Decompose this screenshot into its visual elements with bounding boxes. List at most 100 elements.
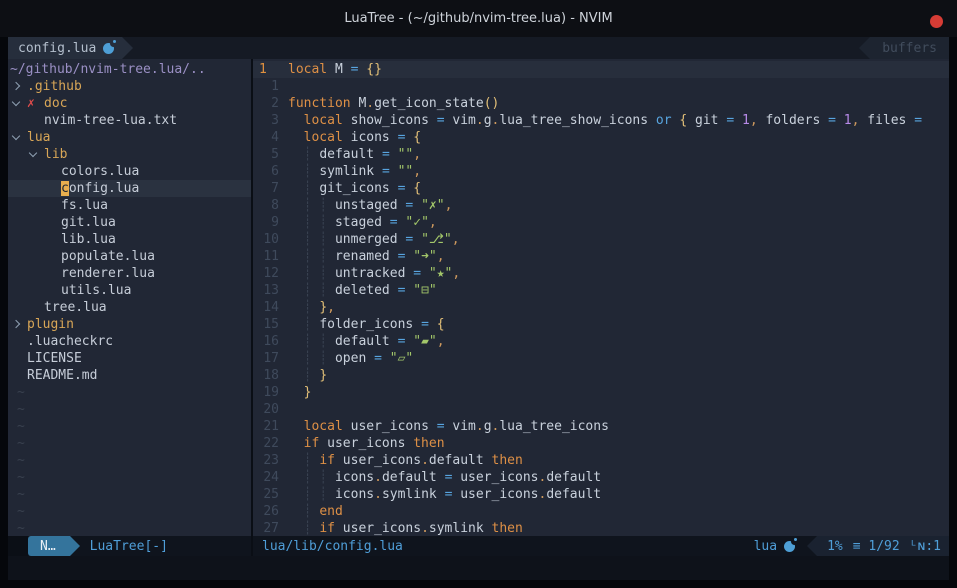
command-line[interactable]	[8, 556, 949, 580]
tree-item[interactable]: tree.lua	[8, 299, 251, 316]
tree-item[interactable]: utils.lua	[8, 282, 251, 299]
code-line[interactable]: 2function M.get_icon_state()	[253, 95, 949, 112]
line-number: 26	[253, 503, 279, 520]
tree-item[interactable]: fs.lua	[8, 197, 251, 214]
code-line-text: ┊ }	[279, 367, 327, 384]
code-line[interactable]: 25 ┊ ┊ icons.symlink = user_icons.defaul…	[253, 486, 949, 503]
code-line-text: ┊ ┊ icons.default = user_icons.default	[279, 469, 601, 486]
chevron-down-icon[interactable]	[10, 95, 27, 112]
empty-line-tilde: ~	[8, 469, 251, 486]
buffers-button[interactable]: buffers	[870, 37, 949, 59]
line-number: 21	[253, 418, 279, 435]
file-tree: ~/github/nvim-tree.lua/...github✗docnvim…	[8, 59, 251, 536]
line-number: 10	[253, 231, 279, 248]
tree-item-label: ~/github/nvim-tree.lua/..	[10, 61, 206, 78]
code-line[interactable]: 23 ┊ if user_icons.default then	[253, 452, 949, 469]
tree-item-label: colors.lua	[61, 163, 139, 180]
statusline-filepath: lua/lib/config.lua	[262, 539, 403, 554]
powerline-arrow-icon	[70, 536, 80, 556]
code-line[interactable]: 20	[253, 401, 949, 418]
window-title: LuaTree - (~/github/nvim-tree.lua) - NVI…	[344, 11, 612, 26]
code-line[interactable]: 16 ┊ ┊ default = "▰",	[253, 333, 949, 350]
code-line[interactable]: 17 ┊ ┊ open = "▱"	[253, 350, 949, 367]
line-number: 25	[253, 486, 279, 503]
tree-item[interactable]: .github	[8, 78, 251, 95]
tree-item[interactable]: .luacheckrc	[8, 333, 251, 350]
line-number: 9	[253, 214, 279, 231]
code-line-text: ┊ },	[279, 299, 335, 316]
statusline-code: lua/lib/config.lua lua 1% ≡ 1/92 ᴸɴ:1	[253, 536, 949, 556]
line-number: 22	[253, 435, 279, 452]
code-line[interactable]: 9 ┊ ┊ staged = "✓",	[253, 214, 949, 231]
code-line[interactable]: 10 ┊ ┊ unmerged = "⎇",	[253, 231, 949, 248]
code-line[interactable]: 5 ┊ default = "",	[253, 146, 949, 163]
code-line[interactable]: 4 local icons = {	[253, 129, 949, 146]
code-line-text: local show_icons = vim.g.lua_tree_show_i…	[279, 112, 922, 129]
tree-item[interactable]: nvim-tree-lua.txt	[8, 112, 251, 129]
tab-config-lua[interactable]: config.lua	[8, 37, 122, 59]
tree-item[interactable]: git.lua	[8, 214, 251, 231]
chevron-down-icon[interactable]	[27, 146, 44, 163]
code-line[interactable]: 13 ┊ ┊ deleted = "⊟"	[253, 282, 949, 299]
code-line[interactable]: 26 ┊ end	[253, 503, 949, 520]
line-number: 1	[253, 61, 279, 78]
code-line[interactable]: 1	[253, 78, 949, 95]
code-line[interactable]: 14 ┊ },	[253, 299, 949, 316]
code-line[interactable]: 1local M = {}	[253, 61, 949, 78]
tree-item[interactable]: lib.lua	[8, 231, 251, 248]
chevron-right-icon[interactable]	[10, 78, 27, 95]
chevron-right-icon[interactable]	[10, 316, 27, 333]
tree-item-label: README.md	[27, 367, 97, 384]
code-line[interactable]: 12 ┊ ┊ untracked = "★",	[253, 265, 949, 282]
tree-item[interactable]: renderer.lua	[8, 265, 251, 282]
tree-item[interactable]: LICENSE	[8, 350, 251, 367]
line-number: 2	[253, 95, 279, 112]
code-line[interactable]: 24 ┊ ┊ icons.default = user_icons.defaul…	[253, 469, 949, 486]
code-line-text: ┊ end	[279, 503, 343, 520]
nvim-window: LuaTree - (~/github/nvim-tree.lua) - NVI…	[0, 0, 957, 588]
statusline-filetype: lua	[754, 539, 795, 554]
titlebar: LuaTree - (~/github/nvim-tree.lua) - NVI…	[0, 0, 957, 37]
code-line-text: ┊ if user_icons.symlink then	[279, 520, 523, 536]
close-button[interactable]	[930, 15, 943, 28]
empty-line-tilde: ~	[8, 435, 251, 452]
code-line[interactable]: 19 }	[253, 384, 949, 401]
line-number: 1	[253, 78, 279, 95]
tree-item-label: git.lua	[61, 214, 116, 231]
line-number: 14	[253, 299, 279, 316]
lines-icon: ≡	[853, 539, 861, 554]
line-number: 5	[253, 146, 279, 163]
code-line[interactable]: 22 if user_icons then	[253, 435, 949, 452]
tree-item[interactable]: lua	[8, 129, 251, 146]
tree-item[interactable]: lib	[8, 146, 251, 163]
tree-item[interactable]: colors.lua	[8, 163, 251, 180]
code-line[interactable]: 3 local show_icons = vim.g.lua_tree_show…	[253, 112, 949, 129]
code-line[interactable]: 8 ┊ ┊ unstaged = "✗",	[253, 197, 949, 214]
code-line[interactable]: 21 local user_icons = vim.g.lua_tree_ico…	[253, 418, 949, 435]
code-line[interactable]: 7 ┊ git_icons = {	[253, 180, 949, 197]
empty-line-tilde: ~	[8, 452, 251, 469]
statusline-position: 1% ≡ 1/92 ᴸɴ:1	[817, 536, 949, 556]
chevron-down-icon[interactable]	[10, 129, 27, 146]
code-line[interactable]: 27 ┊ if user_icons.symlink then	[253, 520, 949, 536]
tree-item[interactable]: config.lua	[8, 180, 251, 197]
git-dirty-icon: ✗	[27, 95, 44, 112]
code-line[interactable]: 15 ┊ folder_icons = {	[253, 316, 949, 333]
code-line[interactable]: 6 ┊ symlink = "",	[253, 163, 949, 180]
line-number: 20	[253, 401, 279, 418]
tree-item[interactable]: ✗doc	[8, 95, 251, 112]
tree-item[interactable]: plugin	[8, 316, 251, 333]
tree-item-label: config.lua	[61, 180, 139, 197]
code-line-text: local icons = {	[279, 129, 421, 146]
code-line-text	[279, 78, 288, 95]
code-editor[interactable]: 1local M = {}12function M.get_icon_state…	[253, 59, 949, 536]
code-line[interactable]: 18 ┊ }	[253, 367, 949, 384]
tree-item-label: renderer.lua	[61, 265, 155, 282]
tree-item[interactable]: README.md	[8, 367, 251, 384]
code-line-text: ┊ ┊ staged = "✓",	[279, 214, 437, 231]
tree-item[interactable]: ~/github/nvim-tree.lua/..	[8, 61, 251, 78]
tree-item[interactable]: populate.lua	[8, 248, 251, 265]
line-number: 24	[253, 469, 279, 486]
code-line[interactable]: 11 ┊ ┊ renamed = "➜",	[253, 248, 949, 265]
code-line-text: local M = {}	[279, 61, 382, 78]
